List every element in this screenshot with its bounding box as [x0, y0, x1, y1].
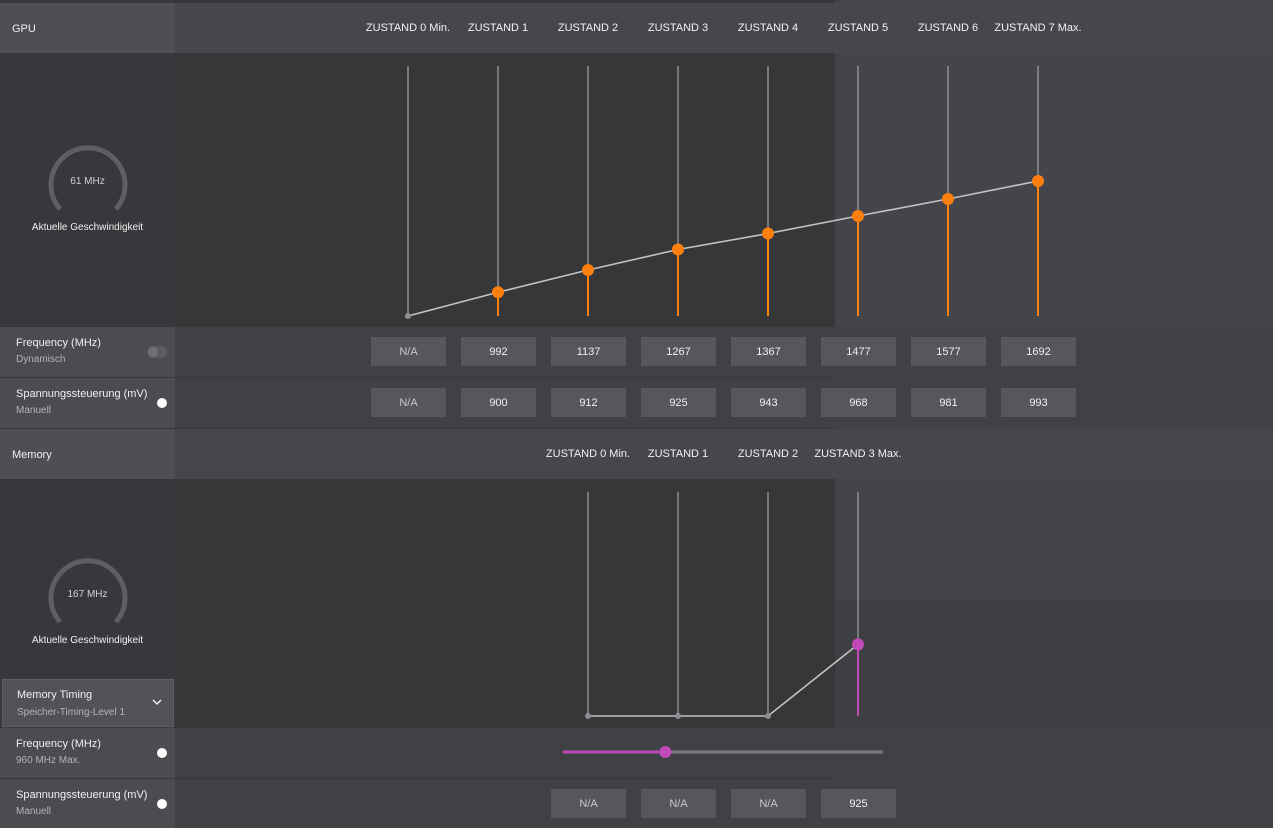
- memory-state-handle-1: [675, 713, 681, 719]
- slider-handle[interactable]: [659, 746, 672, 758]
- toggle-knob: [157, 748, 167, 758]
- memory-frequency-label-cell: Frequency (MHz) 960 MHz Max.: [0, 728, 175, 778]
- memory-state-chart[interactable]: [0, 0, 1273, 730]
- memory-state-handle-3[interactable]: [852, 638, 864, 651]
- memory-frequency-toggle[interactable]: [147, 747, 167, 759]
- memory-voltage-value-2[interactable]: N/A: [731, 789, 806, 818]
- memory-state-handle-0: [585, 713, 591, 719]
- memory-voltage-value-0[interactable]: N/A: [551, 789, 626, 818]
- memory-frequency-max: 960 MHz Max.: [16, 755, 81, 766]
- toggle-knob: [157, 799, 167, 809]
- memory-voltage-toggle[interactable]: [147, 798, 167, 810]
- memory-state-handle-2: [765, 713, 771, 719]
- memory-frequency-slider[interactable]: [555, 743, 895, 763]
- memory-voltage-row: [0, 779, 1273, 828]
- memory-voltage-value-1[interactable]: N/A: [641, 789, 716, 818]
- memory-voltage-value-3[interactable]: 925: [821, 789, 896, 818]
- memory-voltage-label-cell: Spannungssteuerung (mV) Manuell: [0, 779, 175, 828]
- memory-voltage-mode: Manuell: [16, 806, 52, 817]
- memory-voltage-label: Spannungssteuerung (mV): [16, 789, 148, 801]
- memory-frequency-label: Frequency (MHz): [16, 738, 101, 750]
- memory-state-curve: [588, 643, 859, 717]
